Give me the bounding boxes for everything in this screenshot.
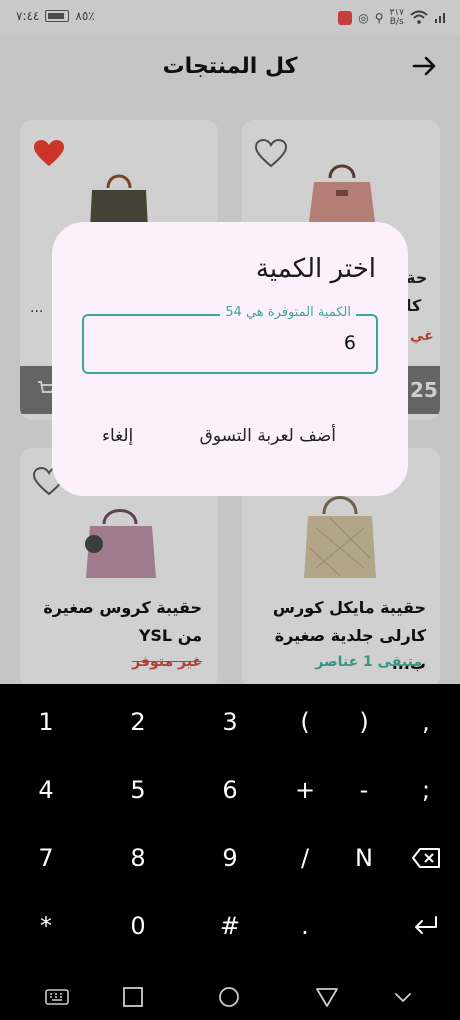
product-name-line: حقيبة كروس صغيرة: [43, 598, 202, 617]
dialog-title: اختر الكمية: [255, 254, 376, 284]
quantity-field-label: الكمية المتوفرة هي 54: [220, 305, 356, 320]
product-name: حقيبة كروس صغيرة من YSL: [22, 594, 202, 650]
partial-name-line: حة: [406, 268, 428, 287]
numeric-keyboard: 1 2 3 ( ) , 4 5 6 + - ; 7 8 9 / N * 0 # …: [0, 684, 460, 1020]
key-0[interactable]: 0: [108, 896, 168, 956]
partial-stock: غي: [410, 328, 434, 344]
arrow-right-icon[interactable]: [410, 52, 438, 80]
app-notification-icon: [338, 11, 353, 25]
key-open-paren[interactable]: (: [275, 692, 335, 752]
partial-name-line: كا: [406, 296, 422, 315]
wifi-icon: [410, 10, 428, 27]
heart-outline-icon[interactable]: [254, 138, 290, 170]
key-close-paren[interactable]: ): [334, 692, 394, 752]
recent-apps-icon[interactable]: [120, 984, 146, 1010]
battery-icon: [45, 10, 70, 22]
network-speed: ٣١٧ B/s: [389, 9, 404, 27]
key-5[interactable]: 5: [108, 760, 168, 820]
partial-text: ...: [30, 300, 44, 316]
quantity-field[interactable]: الكمية المتوفرة هي 54: [82, 305, 378, 374]
key-comma[interactable]: ,: [396, 692, 456, 752]
key-6[interactable]: 6: [200, 760, 260, 820]
keyboard-switch-icon[interactable]: [44, 984, 70, 1010]
key-slash[interactable]: /: [275, 828, 335, 888]
status-bar: ٧:٤٤ ٨٥٪ ◎ ⚲ ٣١٧ B/s: [0, 0, 460, 36]
stock-status: غير متوفر: [132, 654, 202, 670]
key-minus[interactable]: -: [334, 760, 394, 820]
quantity-input[interactable]: [96, 332, 356, 354]
clock: ٧:٤٤: [16, 9, 40, 23]
product-name-line: حقيبة مايكل كورس: [272, 598, 426, 617]
key-asterisk[interactable]: *: [16, 896, 76, 956]
app-header: كل المنتجات: [0, 36, 460, 100]
key-7[interactable]: 7: [16, 828, 76, 888]
product-name-line: من YSL: [138, 626, 202, 645]
key-plus[interactable]: +: [275, 760, 335, 820]
system-nav-bar: [0, 972, 460, 1020]
product-image: [76, 500, 166, 584]
key-2[interactable]: 2: [108, 692, 168, 752]
net-speed-unit: B/s: [389, 17, 404, 27]
quantity-dialog: اختر الكمية الكمية المتوفرة هي 54 أضف لع…: [52, 222, 408, 496]
key-semicolon[interactable]: ;: [396, 760, 456, 820]
partial-price: 25: [410, 378, 438, 402]
partial-product-name: حة كا: [406, 264, 446, 320]
back-triangle-icon[interactable]: [314, 984, 340, 1010]
key-n[interactable]: N: [334, 828, 394, 888]
battery-percentage: ٨٥٪: [75, 9, 95, 23]
backspace-icon[interactable]: [396, 828, 456, 888]
product-image: [300, 488, 380, 584]
key-4[interactable]: 4: [16, 760, 76, 820]
add-to-cart-button[interactable]: أضف لعربة التسوق: [200, 426, 336, 446]
sim-signal-icon: [434, 11, 448, 26]
enter-icon[interactable]: [396, 896, 456, 956]
home-icon[interactable]: [216, 984, 242, 1010]
key-8[interactable]: 8: [108, 828, 168, 888]
hide-keyboard-icon[interactable]: [390, 984, 416, 1010]
key-period[interactable]: .: [275, 896, 335, 956]
cancel-button[interactable]: إلغاء: [102, 426, 133, 446]
stock-status: متبقى 1 عناصر: [315, 654, 422, 670]
key-9[interactable]: 9: [200, 828, 260, 888]
page-title: كل المنتجات: [162, 54, 298, 79]
heart-filled-icon[interactable]: [32, 138, 68, 170]
key-1[interactable]: 1: [16, 692, 76, 752]
key-hash[interactable]: #: [200, 896, 260, 956]
hotspot-icon: ◎: [358, 11, 369, 25]
key-3[interactable]: 3: [200, 692, 260, 752]
usb-icon: ⚲: [374, 11, 384, 25]
